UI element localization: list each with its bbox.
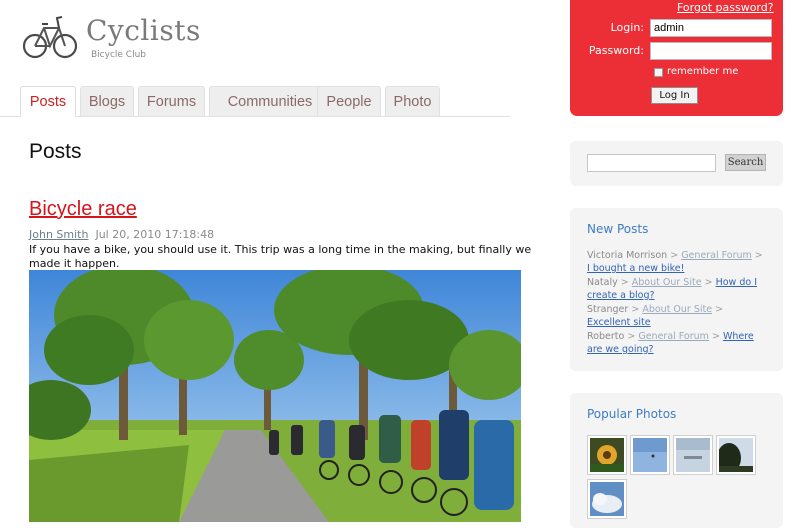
post-user: Victoria Morrison: [587, 250, 668, 261]
tab-communities[interactable]: Communities: [209, 86, 331, 116]
post-link[interactable]: I bought a new bike!: [587, 263, 684, 274]
list-item: Roberto > General Forum > Where are we g…: [587, 331, 754, 355]
tab-photo[interactable]: Photo: [385, 86, 440, 116]
photo-thumbnail[interactable]: [630, 435, 670, 475]
remember-me-label: remember me: [667, 66, 739, 77]
list-item: Nataly > About Our Site > How do I creat…: [587, 277, 758, 301]
password-label: Password:: [588, 44, 644, 57]
forum-link[interactable]: General Forum: [638, 331, 709, 342]
popular-photos-heading: Popular Photos: [587, 407, 677, 421]
forum-link[interactable]: About Our Site: [642, 304, 712, 315]
tab-forums[interactable]: Forums: [138, 86, 205, 116]
search-input[interactable]: [587, 154, 716, 172]
login-field[interactable]: [650, 19, 772, 37]
post-body: If you have a bike, you should use it. T…: [29, 243, 532, 270]
remember-me-checkbox[interactable]: [654, 68, 663, 77]
login-label: Login:: [610, 21, 644, 34]
login-button[interactable]: Log In: [651, 87, 698, 104]
post-link[interactable]: Excellent site: [587, 317, 651, 328]
forum-link[interactable]: About Our Site: [632, 277, 702, 288]
search-button[interactable]: Search: [725, 154, 766, 171]
list-item: Victoria Morrison > General Forum > I bo…: [587, 250, 763, 274]
post-date: Jul 20, 2010 17:18:48: [95, 228, 215, 241]
forum-link[interactable]: General Forum: [681, 250, 752, 261]
post-user: Nataly: [587, 277, 618, 288]
post-user: Stranger: [587, 304, 629, 315]
forgot-password-link[interactable]: Forgot password?: [677, 1, 774, 14]
list-item: Stranger > About Our Site > Excellent si…: [587, 304, 724, 328]
password-field[interactable]: [650, 42, 772, 60]
post-photo: [29, 270, 521, 522]
photo-thumbnail[interactable]: [716, 435, 756, 475]
photo-thumbnail[interactable]: [673, 435, 713, 475]
photo-thumbnail[interactable]: [587, 435, 627, 475]
bicycle-logo-icon: [22, 8, 78, 64]
site-title[interactable]: Cyclists: [86, 14, 201, 47]
tab-people[interactable]: People: [317, 86, 381, 116]
post-title-link[interactable]: Bicycle race: [29, 198, 137, 221]
tab-blogs[interactable]: Blogs: [80, 86, 134, 116]
post-user: Roberto: [587, 331, 625, 342]
post-meta: John Smith Jul 20, 2010 17:18:48: [29, 228, 214, 241]
new-posts-heading: New Posts: [587, 222, 649, 236]
post-author-link[interactable]: John Smith: [29, 228, 88, 241]
photo-thumbnail[interactable]: [587, 479, 627, 519]
tab-posts[interactable]: Posts: [20, 86, 76, 117]
site-subtitle: Bicycle Club: [91, 50, 146, 60]
page-title: Posts: [29, 140, 82, 163]
